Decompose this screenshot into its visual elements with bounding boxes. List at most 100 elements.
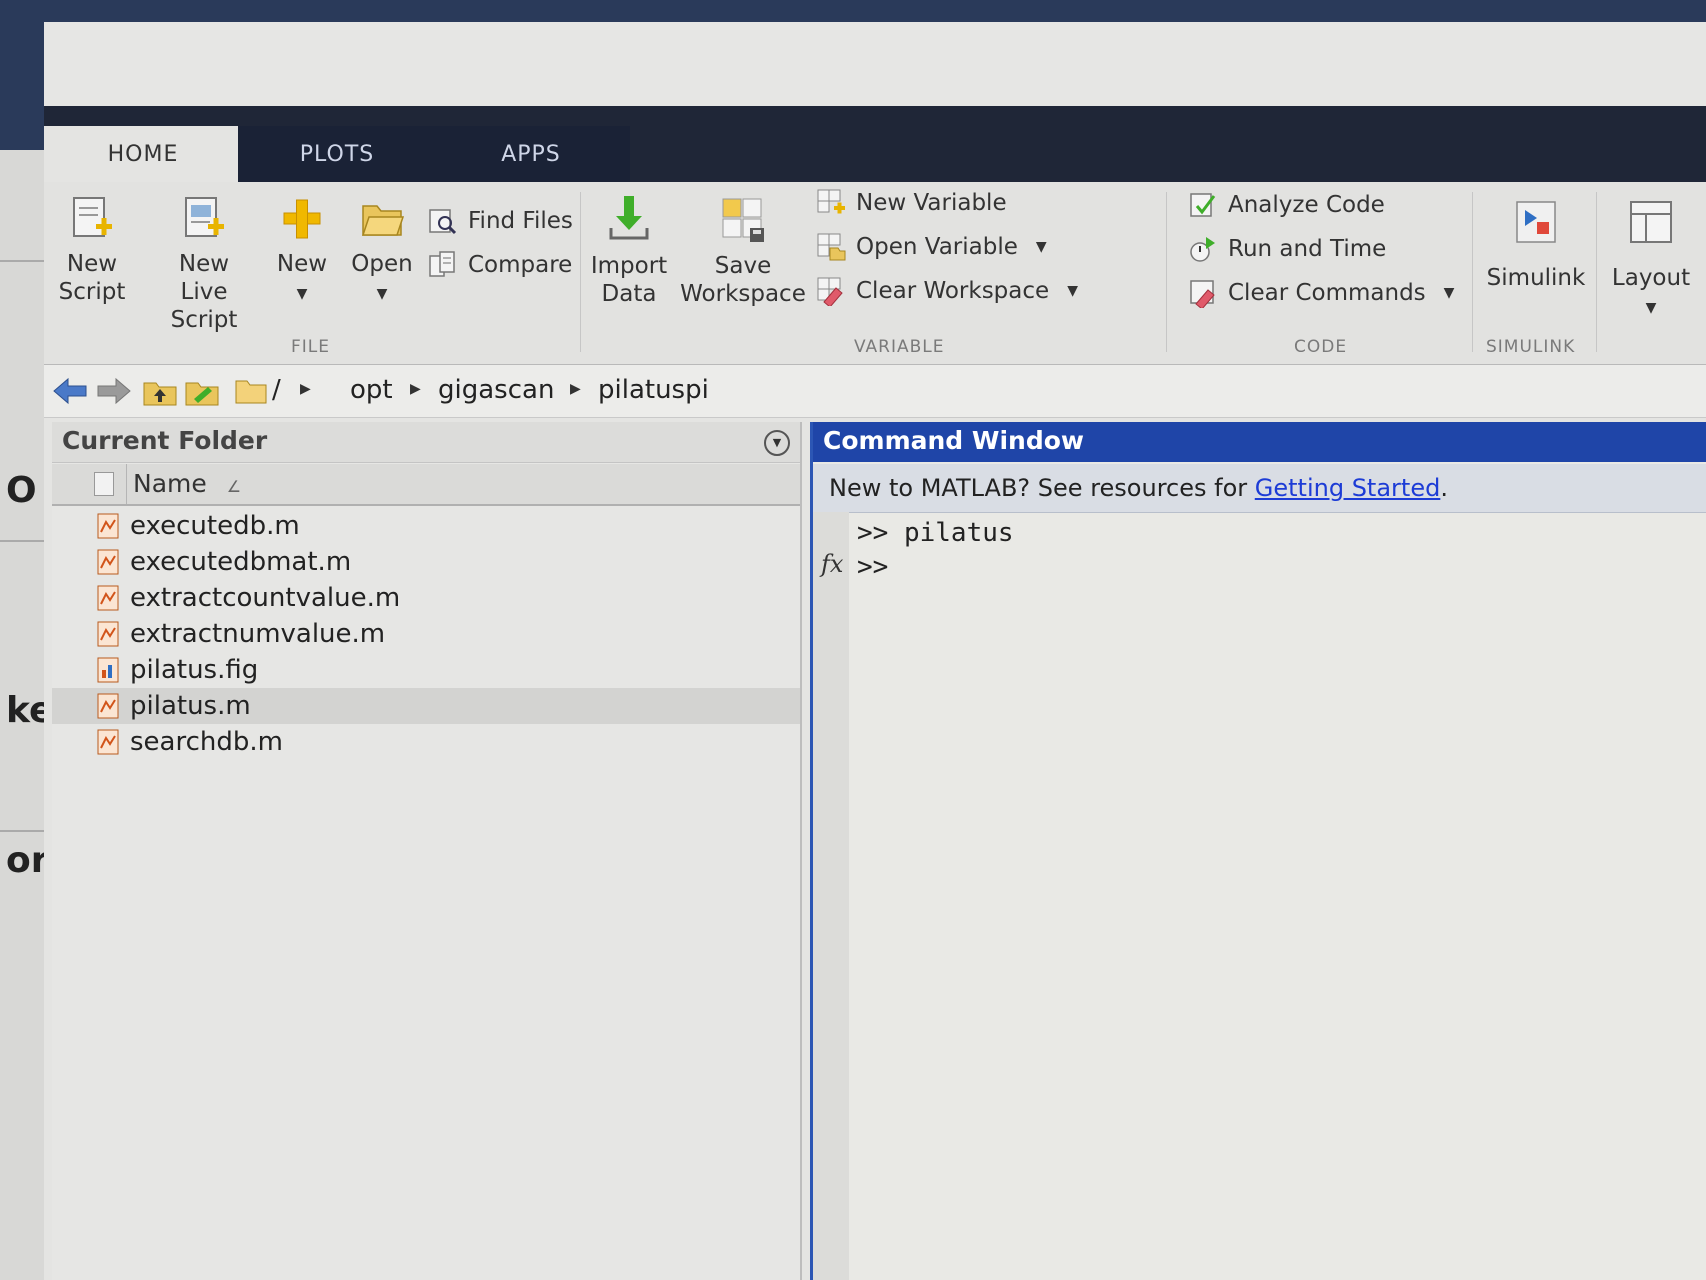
open-button[interactable]: Open ▼	[350, 196, 414, 308]
simulink-icon	[1516, 201, 1556, 243]
clear-commands-icon	[1190, 280, 1215, 308]
tab-apps[interactable]: APPS	[432, 126, 630, 182]
panel-actions-icon[interactable]: ▼	[764, 430, 790, 456]
command-window-titlebar: Command Window	[813, 422, 1706, 462]
new-variable-label: New Variable	[856, 190, 1007, 216]
find-files-button[interactable]: Find Files	[428, 206, 573, 236]
file-row[interactable]: pilatus.fig	[52, 652, 800, 688]
analyze-code-icon	[1190, 193, 1216, 217]
command-window-panel[interactable]: Command Window New to MATLAB? See resour…	[810, 422, 1706, 1280]
file-row[interactable]: searchdb.m	[52, 724, 800, 760]
file-list-header: Name ∠	[52, 464, 800, 506]
forward-arrow-icon[interactable]	[96, 377, 132, 405]
new-variable-button[interactable]: New Variable	[816, 188, 1007, 218]
file-name: pilatus.fig	[130, 655, 259, 685]
run-and-time-label: Run and Time	[1228, 236, 1387, 262]
file-name: searchdb.m	[130, 727, 283, 757]
tab-plots[interactable]: PLOTS	[238, 126, 436, 182]
file-row[interactable]: executedb.m	[52, 508, 800, 544]
chevron-down-icon[interactable]: ▼	[1067, 283, 1078, 299]
chevron-right-icon[interactable]: ▶	[570, 381, 581, 397]
browse-folder-icon[interactable]	[184, 377, 220, 407]
clear-workspace-label: Clear Workspace	[856, 278, 1050, 304]
divider	[1166, 192, 1167, 352]
divider	[580, 192, 581, 352]
notice-text: New to MATLAB? See resources for Getting…	[829, 474, 1448, 502]
chevron-down-icon: ▼	[376, 286, 388, 302]
import-data-label-1: Import	[590, 253, 668, 279]
save-workspace-button[interactable]: Save Workspace	[680, 196, 806, 308]
analyze-code-button[interactable]: Analyze Code	[1188, 190, 1385, 220]
variable-section-label: VARIABLE	[854, 337, 945, 357]
matlab-script-icon	[97, 693, 119, 719]
tab-home[interactable]: HOME	[44, 126, 242, 182]
chevron-down-icon[interactable]: ▼	[1036, 239, 1047, 255]
run-and-time-button[interactable]: Run and Time	[1188, 234, 1386, 264]
matlab-script-icon	[97, 729, 119, 755]
file-name: executedbmat.m	[130, 547, 352, 577]
chevron-down-icon[interactable]: ▼	[1444, 285, 1455, 301]
matlab-script-icon	[97, 585, 119, 611]
file-row[interactable]: extractcountvalue.m	[52, 580, 800, 616]
sort-icon: ∠	[226, 477, 242, 496]
new-variable-icon	[817, 189, 845, 214]
folder-open-icon	[361, 205, 404, 236]
ribbon-tabs: HOME PLOTS APPS	[44, 106, 1706, 182]
command-prompt[interactable]: >>	[857, 552, 888, 582]
save-workspace-icon	[722, 198, 764, 242]
folder-icon	[235, 380, 267, 404]
title-bar	[44, 22, 1706, 106]
clear-commands-label: Clear Commands	[1228, 280, 1426, 306]
background-text: or	[6, 840, 49, 881]
simulink-section-label: SIMULINK	[1486, 337, 1576, 357]
clear-commands-button[interactable]: Clear Commands ▼	[1188, 278, 1454, 308]
file-type-column-icon	[94, 472, 114, 496]
find-files-icon	[429, 209, 457, 235]
new-script-icon	[73, 197, 112, 237]
divider	[1472, 192, 1473, 352]
file-row[interactable]: extractnumvalue.m	[52, 616, 800, 652]
new-live-script-button[interactable]: New Live Script	[144, 196, 264, 334]
chevron-down-icon: ▼	[296, 286, 308, 302]
name-column-header[interactable]: Name ∠	[126, 464, 241, 504]
simulink-label: Simulink	[1486, 265, 1586, 291]
open-variable-icon	[817, 233, 846, 261]
layout-label: Layout	[1611, 265, 1691, 291]
new-script-button[interactable]: New Script	[56, 196, 128, 306]
function-browser-icon[interactable]: fx	[821, 550, 843, 578]
getting-started-link[interactable]: Getting Started	[1255, 474, 1441, 502]
compare-button[interactable]: Compare	[428, 250, 572, 280]
code-section-label: CODE	[1294, 337, 1348, 357]
file-name: executedb.m	[130, 511, 300, 541]
breadcrumb-opt[interactable]: opt	[350, 375, 393, 405]
new-live-script-icon	[185, 197, 224, 237]
matlab-script-icon	[97, 513, 119, 539]
chevron-right-icon[interactable]: ▶	[300, 381, 311, 397]
new-label: New	[276, 251, 328, 277]
new-button[interactable]: New ▼	[270, 196, 334, 308]
name-column-label: Name	[133, 469, 207, 498]
clear-workspace-button[interactable]: Clear Workspace ▼	[816, 276, 1078, 306]
matlab-script-icon	[97, 621, 119, 647]
breadcrumb-gigascan[interactable]: gigascan	[438, 375, 554, 405]
simulink-button[interactable]: Simulink	[1482, 198, 1590, 292]
command-window-title: Command Window	[823, 426, 1084, 455]
chevron-right-icon[interactable]: ▶	[410, 381, 421, 397]
import-data-label-2: Data	[601, 281, 657, 307]
file-row[interactable]: executedbmat.m	[52, 544, 800, 580]
breadcrumb-pilatuspi[interactable]: pilatuspi	[598, 375, 709, 405]
file-row-selected[interactable]: pilatus.m	[52, 688, 800, 724]
import-data-button[interactable]: Import Data	[590, 194, 668, 308]
clear-workspace-icon	[817, 277, 843, 306]
notice-prefix: New to MATLAB? See resources for	[829, 474, 1255, 502]
figure-file-icon	[97, 657, 119, 683]
new-script-label-2: Script	[58, 279, 126, 305]
open-variable-button[interactable]: Open Variable ▼	[816, 232, 1047, 262]
layout-button[interactable]: Layout ▼	[1606, 198, 1696, 322]
breadcrumb-root[interactable]: /	[272, 375, 281, 405]
chevron-down-icon: ▼	[1645, 300, 1657, 316]
back-arrow-icon[interactable]	[52, 377, 88, 405]
run-and-time-icon	[1190, 237, 1215, 262]
up-folder-icon[interactable]	[142, 377, 178, 407]
divider	[0, 260, 50, 262]
